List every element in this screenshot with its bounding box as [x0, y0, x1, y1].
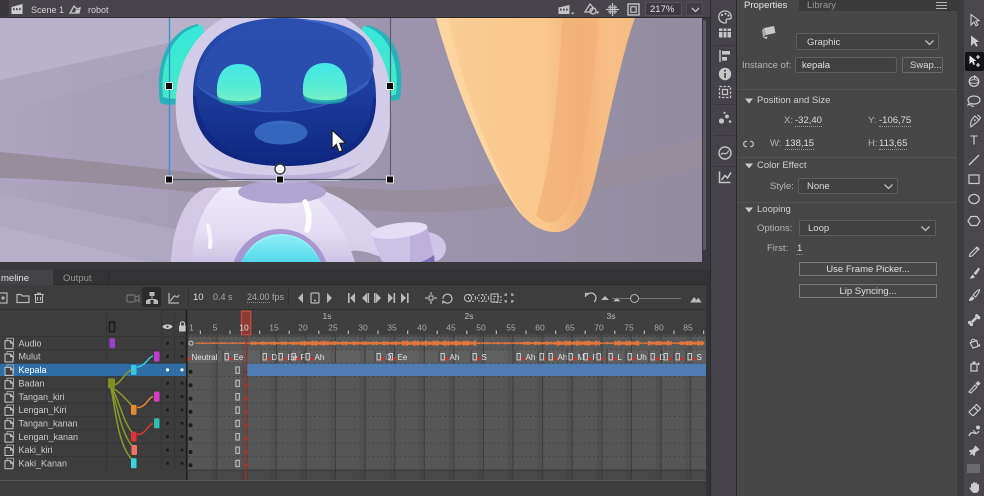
svg-text:40: 40: [417, 323, 427, 333]
svg-text:F: F: [301, 353, 306, 362]
svg-text:70: 70: [594, 323, 604, 333]
svg-text:Kaki_kiri: Kaki_kiri: [19, 445, 53, 455]
svg-text:30: 30: [358, 323, 368, 333]
svg-text:65: 65: [565, 323, 575, 333]
svg-text:1: 1: [189, 323, 194, 333]
svg-text:Ee: Ee: [288, 353, 298, 362]
svg-text:Kaki_Kanan: Kaki_Kanan: [19, 459, 68, 469]
svg-text:Ee: Ee: [398, 353, 408, 362]
svg-text:Ah: Ah: [315, 353, 325, 362]
svg-text:80: 80: [654, 323, 664, 333]
svg-text:45: 45: [446, 323, 456, 333]
svg-text:3s: 3s: [607, 311, 616, 321]
svg-text:Neutral: Neutral: [192, 353, 218, 362]
svg-text:Ee: Ee: [234, 353, 244, 362]
svg-text:85: 85: [683, 323, 693, 333]
svg-text:Uh: Uh: [637, 353, 647, 362]
svg-text:1s: 1s: [323, 311, 332, 321]
svg-text:L: L: [618, 353, 623, 362]
svg-text:Lengan_kanan: Lengan_kanan: [19, 432, 79, 442]
svg-text:Ah: Ah: [558, 353, 568, 362]
svg-text:Kepala: Kepala: [19, 365, 47, 375]
svg-text:D: D: [386, 353, 392, 362]
svg-text:15: 15: [269, 323, 279, 333]
svg-text:60: 60: [535, 323, 545, 333]
svg-text:Tangan_kiri: Tangan_kiri: [19, 392, 65, 402]
svg-text:2s: 2s: [465, 311, 474, 321]
svg-text:20: 20: [298, 323, 308, 333]
svg-text:Badan: Badan: [19, 378, 45, 388]
svg-text:75: 75: [624, 323, 634, 333]
svg-text:Ah: Ah: [450, 353, 460, 362]
svg-text:Mulut: Mulut: [19, 352, 42, 362]
svg-text:5: 5: [213, 323, 218, 333]
svg-text:M: M: [578, 353, 585, 362]
svg-text:10: 10: [239, 323, 249, 333]
svg-text:Audio: Audio: [19, 338, 42, 348]
svg-text:Ah: Ah: [526, 353, 536, 362]
svg-text:55: 55: [506, 323, 516, 333]
svg-text:50: 50: [476, 323, 486, 333]
svg-text:T: T: [970, 133, 978, 147]
svg-text:35: 35: [387, 323, 397, 333]
svg-text:Tangan_kanan: Tangan_kanan: [19, 419, 78, 429]
svg-text:S: S: [482, 353, 487, 362]
svg-text:S: S: [697, 353, 702, 362]
svg-text:Lengan_Kiri: Lengan_Kiri: [19, 405, 67, 415]
svg-text:25: 25: [328, 323, 338, 333]
